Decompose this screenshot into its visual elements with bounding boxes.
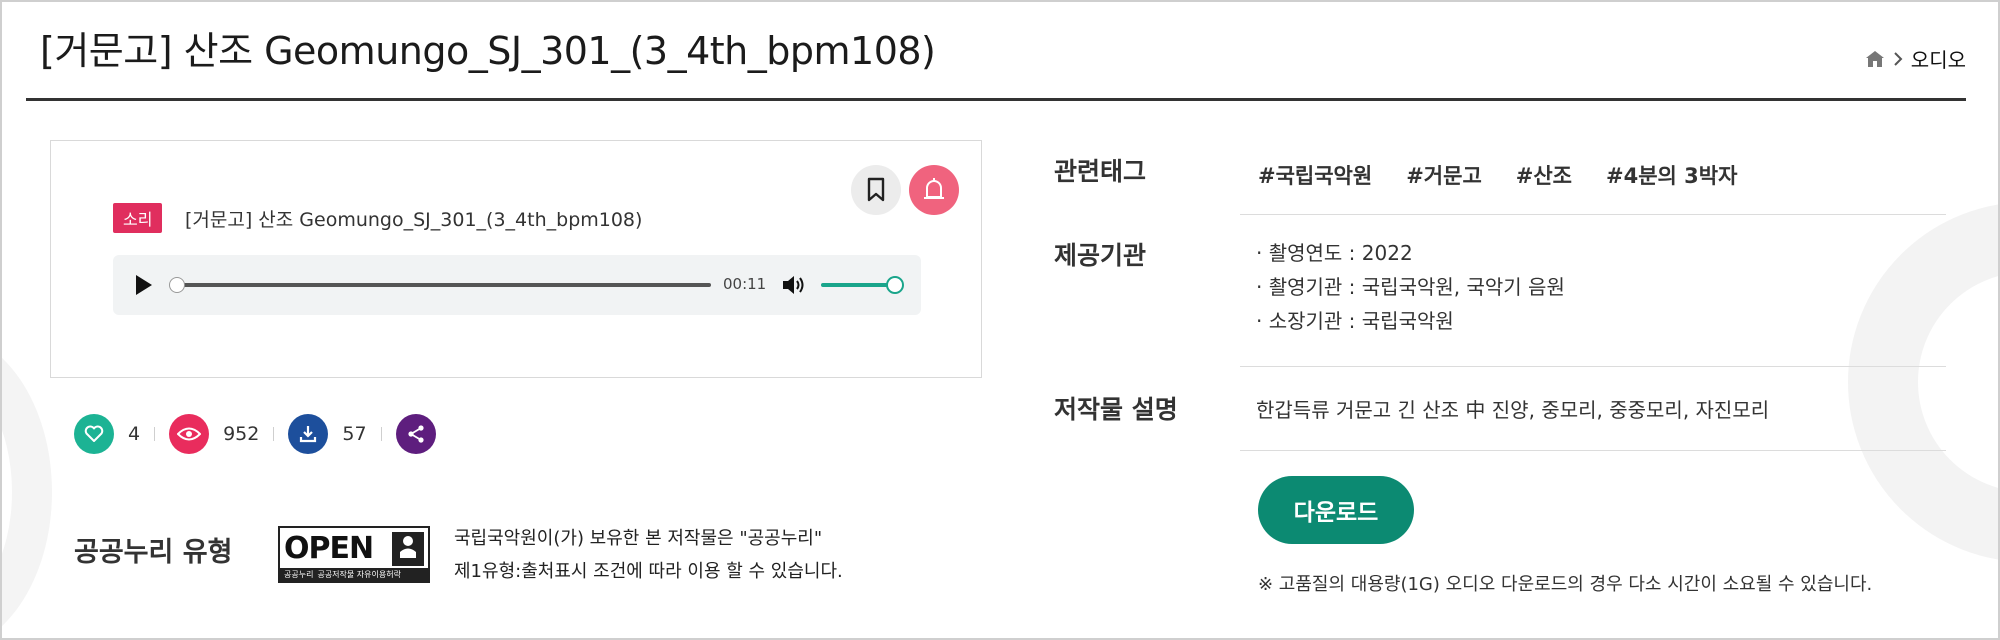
like-button[interactable]: [74, 414, 114, 454]
heart-icon: [84, 425, 104, 442]
home-icon[interactable]: [1865, 50, 1885, 68]
stat-divider: [380, 427, 382, 441]
stat-divider: [273, 427, 275, 441]
license-strip-text: 공공저작물 자유이용허락: [317, 570, 401, 579]
page-title: [거문고] 산조 Geomungo_SJ_301_(3_4th_bpm108): [40, 29, 936, 73]
provider-details: · 촬영연도 : 2022 · 촬영기관 : 국립국악원, 국악기 음원 · 소…: [1256, 236, 1565, 338]
license-text-line: 제1유형:출처표시 조건에 따라 이용 할 수 있습니다.: [454, 561, 843, 582]
open-logo-text: OPEN: [284, 531, 374, 566]
sound-badge: 소리: [113, 203, 163, 233]
current-time: 00:11: [723, 275, 767, 293]
tag-link[interactable]: #국립국악원: [1258, 160, 1372, 190]
description-label: 저작물 설명: [1054, 395, 1178, 424]
bell-icon: [924, 178, 944, 199]
view-indicator: [169, 414, 210, 454]
header-divider: [26, 98, 1966, 101]
description-text: 한갑득류 거문고 긴 산조 中 진양, 중모리, 중중모리, 자진모리: [1256, 398, 1770, 422]
tag-link[interactable]: #산조: [1516, 160, 1572, 190]
attribution-icon: [392, 532, 424, 566]
download-notice: ※ 고품질의 대용량(1G) 오디오 다운로드의 경우 다소 시간이 소요될 수…: [1258, 574, 1873, 595]
track-title: [거문고] 산조 Geomungo_SJ_301_(3_4th_bpm108): [185, 209, 643, 231]
license-label: 공공누리 유형: [74, 537, 233, 568]
provider-detail-line: · 촬영연도 : 2022: [1256, 241, 1413, 265]
download-icon: [300, 426, 317, 443]
decorative-ring: [1848, 202, 1998, 562]
provider-detail-line: · 촬영기관 : 국립국악원, 국악기 음원: [1256, 275, 1565, 299]
volume-handle[interactable]: [886, 276, 904, 294]
provider-detail-line: · 소장기관 : 국립국악원: [1256, 309, 1454, 333]
license-strip: 공공누리 공공저작물 자유이용허락: [280, 568, 428, 581]
audio-player-card: 소리 [거문고] 산조 Geomungo_SJ_301_(3_4th_bpm10…: [50, 140, 982, 378]
bookmark-button[interactable]: [851, 165, 901, 215]
view-count: 952: [223, 423, 260, 445]
tags-list: #국립국악원 #거문고 #산조 #4분의 3박자: [1258, 160, 1737, 190]
download-count: 57: [342, 423, 367, 445]
bookmark-icon: [867, 177, 885, 202]
audio-controls: 00:11: [113, 255, 921, 315]
license-strip-text: 공공누리: [284, 570, 314, 579]
alert-button[interactable]: [909, 165, 959, 215]
tag-link[interactable]: #거문고: [1406, 160, 1482, 190]
share-icon: [407, 425, 424, 443]
volume-slider[interactable]: [821, 283, 895, 287]
seek-bar[interactable]: [177, 283, 711, 287]
play-icon[interactable]: [135, 274, 153, 296]
stat-divider: [154, 427, 156, 441]
download-count-button[interactable]: [288, 414, 329, 454]
decorative-ring-left: [2, 332, 52, 638]
license-description: 국립국악원이(가) 보유한 본 저작물은 "공공누리" 제1유형:출처표시 조건…: [454, 522, 843, 588]
seek-handle[interactable]: [169, 277, 185, 293]
chevron-right-icon: [1894, 51, 1903, 66]
stats-bar: 4 952 57: [74, 414, 436, 454]
tag-link[interactable]: #4분의 3박자: [1606, 160, 1737, 190]
page-frame: [거문고] 산조 Geomungo_SJ_301_(3_4th_bpm108) …: [0, 0, 2000, 640]
eye-icon: [177, 427, 202, 441]
kogl-license-logo[interactable]: OPEN 공공누리 공공저작물 자유이용허락: [278, 526, 430, 583]
download-button[interactable]: 다운로드: [1258, 476, 1414, 544]
license-text-line: 국립국악원이(가) 보유한 본 저작물은 "공공누리": [454, 528, 823, 549]
breadcrumb-current[interactable]: 오디오: [1911, 44, 1966, 73]
breadcrumb: 오디오: [1865, 44, 1966, 73]
share-button[interactable]: [395, 414, 436, 454]
provider-label: 제공기관: [1054, 241, 1147, 270]
row-divider: [1240, 214, 1946, 215]
like-count: 4: [128, 423, 141, 445]
volume-icon[interactable]: [781, 273, 807, 297]
tags-label: 관련태그: [1054, 157, 1147, 186]
row-divider: [1240, 366, 1946, 367]
row-divider: [1240, 450, 1946, 451]
